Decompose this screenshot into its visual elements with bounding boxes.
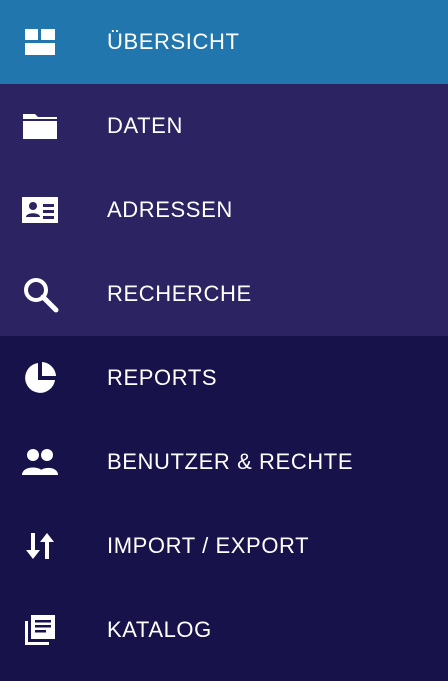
- nav-item-label: RECHERCHE: [107, 281, 252, 306]
- import-export-icon: [20, 526, 60, 566]
- nav-item-adressen[interactable]: ADRESSEN: [0, 168, 448, 252]
- contact-card-icon: [20, 190, 60, 230]
- sidebar-navigation: ÜBERSICHT DATEN ADRESSEN RECHERCHE REPOR…: [0, 0, 448, 681]
- nav-item-label: REPORTS: [107, 365, 218, 390]
- sidebar-footer-space: [0, 672, 448, 681]
- nav-item-recherche[interactable]: RECHERCHE: [0, 252, 448, 336]
- nav-item-benutzer-rechte[interactable]: BENUTZER & RECHTE: [0, 420, 448, 504]
- nav-item-label: ÜBERSICHT: [107, 29, 240, 54]
- dashboard-icon: [20, 22, 60, 62]
- search-icon: [20, 274, 60, 314]
- nav-item-label: DATEN: [107, 113, 183, 138]
- nav-item-reports[interactable]: REPORTS: [0, 336, 448, 420]
- nav-item-label: BENUTZER & RECHTE: [107, 449, 354, 474]
- folder-icon: [20, 106, 60, 146]
- people-icon: [20, 442, 60, 482]
- pie-chart-icon: [20, 358, 60, 398]
- nav-item-daten[interactable]: DATEN: [0, 84, 448, 168]
- nav-item-import-export[interactable]: IMPORT / EXPORT: [0, 504, 448, 588]
- nav-item-label: KATALOG: [107, 617, 212, 642]
- nav-item-label: IMPORT / EXPORT: [107, 533, 310, 558]
- library-books-icon: [20, 610, 60, 650]
- nav-item-label: ADRESSEN: [107, 197, 233, 222]
- nav-item-katalog[interactable]: KATALOG: [0, 588, 448, 672]
- nav-item-uebersicht[interactable]: ÜBERSICHT: [0, 0, 448, 84]
